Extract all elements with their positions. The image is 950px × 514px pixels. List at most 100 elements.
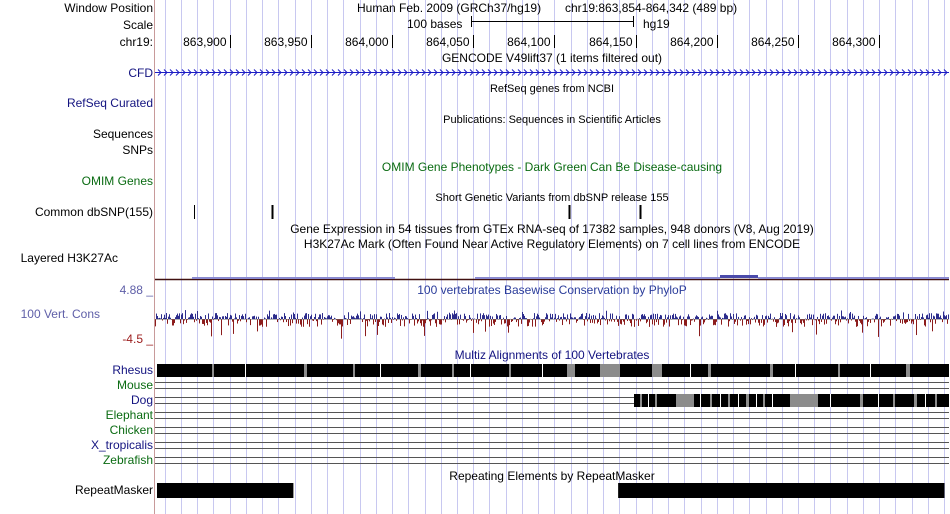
h3k27ac-track-label[interactable]: Layered H3K27Ac — [21, 251, 118, 265]
phylop-bar — [867, 319, 868, 327]
phylop-bar — [783, 319, 784, 327]
phylop-bar — [675, 313, 676, 319]
species-label-zebrafish[interactable]: Zebrafish — [103, 453, 153, 467]
phylop-bar — [212, 316, 213, 319]
phylop-bar — [932, 319, 933, 332]
phylop-bar — [380, 316, 381, 319]
species-label-mouse[interactable]: Mouse — [117, 378, 153, 392]
phylop-bar — [453, 314, 454, 319]
refseq-track-label[interactable]: RefSeq Curated — [67, 96, 153, 110]
phylop-bar — [367, 319, 368, 327]
phylop-bar — [804, 319, 805, 327]
phylop-bar — [235, 313, 236, 319]
phylop-bar — [284, 313, 285, 319]
phylop-bar — [533, 318, 534, 319]
species-label-x_tropicalis[interactable]: X_tropicalis — [91, 438, 153, 452]
phylop-bar — [582, 313, 583, 319]
phylop-bar — [297, 313, 298, 319]
phylop-bar — [688, 314, 689, 319]
species-label-chicken[interactable]: Chicken — [110, 423, 153, 437]
phylop-bar — [275, 314, 276, 319]
phylop-bar — [291, 314, 292, 319]
phylop-bar — [282, 316, 283, 319]
dog-gap — [720, 394, 721, 407]
phylop-bar — [416, 317, 417, 319]
phylop-bar — [925, 319, 926, 327]
phylop-bar — [497, 315, 498, 319]
phylop-bar — [784, 319, 785, 326]
h3k27ac-peak — [475, 277, 597, 279]
phylop-bar — [319, 314, 320, 319]
phylop-bar — [639, 318, 640, 319]
phylop-bar — [923, 317, 924, 319]
repeat-track-label[interactable]: RepeatMasker — [75, 483, 153, 497]
phylop-bar — [924, 319, 925, 326]
species-label-dog[interactable]: Dog — [131, 393, 153, 407]
sequences-track-label[interactable]: Sequences — [93, 127, 153, 141]
phylop-bar — [603, 316, 604, 319]
phylop-bar — [738, 316, 739, 319]
phylop-bar — [663, 319, 664, 327]
phylop-bar — [309, 319, 310, 327]
ruler-tick-label: 864,050 — [426, 35, 470, 49]
phylop-bar — [833, 315, 834, 319]
phylop-bar — [779, 318, 780, 319]
phylop-bar — [271, 317, 272, 319]
phylop-bar — [651, 314, 652, 319]
phylop-bar — [441, 319, 442, 325]
phylop-bar — [565, 317, 566, 319]
rhesus-gap — [245, 364, 246, 377]
phylop-bar — [219, 316, 220, 319]
cfd-gene-label[interactable]: CFD — [128, 66, 153, 80]
chrom-label: chr19: — [119, 35, 153, 49]
phylop-bar — [661, 315, 662, 319]
dog-gap — [925, 394, 926, 407]
phylop-bar — [606, 310, 607, 319]
phylop-bar — [161, 314, 162, 319]
repeat-element — [618, 483, 945, 498]
snps-track-label[interactable]: SNPs — [122, 143, 153, 157]
phylop-bar — [766, 315, 767, 319]
phylop-bar — [751, 318, 752, 319]
phylop-bar — [672, 315, 673, 319]
position-text[interactable]: chr19:863,854-864,342 (489 bp) — [565, 1, 737, 15]
phylop-bar — [845, 316, 846, 319]
dog-gap — [878, 394, 879, 407]
phylop-bar — [473, 319, 474, 333]
phylop-bar — [601, 318, 602, 319]
phylop-bar — [894, 316, 895, 319]
phylop-bar — [798, 315, 799, 319]
rhesus-gap — [690, 364, 691, 377]
phylop-bar — [347, 319, 348, 326]
phylop-bar — [638, 319, 639, 326]
phylop-bar — [469, 315, 470, 319]
phylop-bar — [926, 315, 927, 319]
phylop-bar — [817, 316, 818, 319]
phylop-bar — [330, 317, 331, 319]
phylop-bar — [841, 310, 842, 319]
phylop-bar — [259, 319, 260, 326]
phylop-bar — [484, 315, 485, 319]
phylop-bar — [345, 318, 346, 319]
phylop-bar — [827, 316, 828, 319]
phylop-bar — [535, 319, 536, 327]
phylop-bar — [915, 313, 916, 319]
phylop-bar — [731, 316, 732, 319]
species-label-elephant[interactable]: Elephant — [106, 408, 153, 422]
phylop-bar — [198, 318, 199, 319]
gtex-track-title: Gene Expression in 54 tissues from GTEx … — [290, 222, 814, 236]
phylop-bar — [177, 313, 178, 319]
phylop-bar — [664, 319, 665, 325]
phylop-bar — [844, 317, 845, 319]
phylop-bar — [254, 315, 255, 319]
cons-track-label[interactable]: 100 Vert. Cons — [21, 307, 100, 321]
phylop-bar — [412, 313, 413, 319]
phylop-bar — [575, 317, 576, 319]
species-label-rhesus[interactable]: Rhesus — [112, 363, 153, 377]
dbsnp-track-label[interactable]: Common dbSNP(155) — [35, 205, 153, 219]
phylop-bar — [863, 315, 864, 319]
phylop-bar — [351, 315, 352, 319]
omim-track-label[interactable]: OMIM Genes — [82, 174, 153, 188]
phylop-bar — [934, 316, 935, 319]
phylop-bar — [509, 319, 510, 326]
